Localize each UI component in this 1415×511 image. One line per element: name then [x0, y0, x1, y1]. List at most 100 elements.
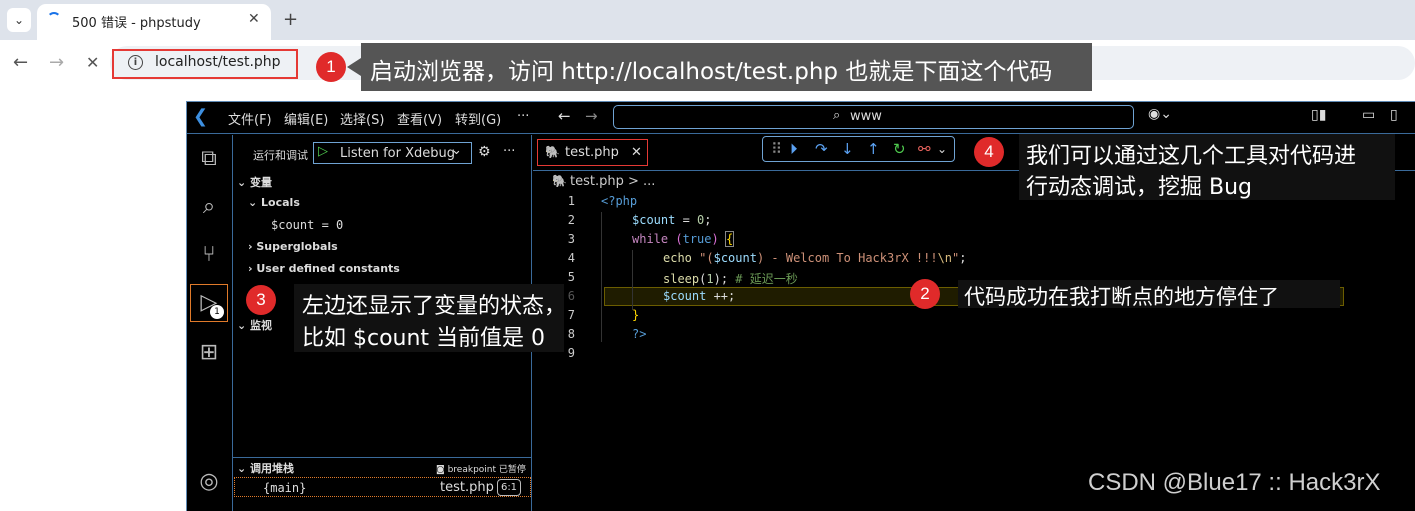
- menu-selection[interactable]: 选择(S): [340, 109, 384, 128]
- tab-close-icon[interactable]: ✕: [248, 11, 260, 27]
- callout-4-line1: 我们可以通过这几个工具对代码进: [1026, 144, 1357, 169]
- callout-3-line2: 比如 $count 当前值是 0: [302, 326, 546, 351]
- indent-guide: [632, 250, 633, 310]
- layout-icon[interactable]: ▯▮: [1311, 107, 1326, 123]
- search-icon[interactable]: ⌕: [195, 192, 223, 220]
- callout-1-arrow: [347, 58, 361, 76]
- callout-2-text: 代码成功在我打断点的地方停住了: [964, 285, 1279, 309]
- nav-forward-icon[interactable]: →: [585, 107, 598, 125]
- breadcrumb-php-icon: 🐘: [552, 174, 567, 188]
- code-line-7: }: [632, 308, 640, 322]
- stop-icon[interactable]: ✕: [86, 53, 99, 72]
- sidebar-right-icon[interactable]: ▯: [1390, 107, 1398, 123]
- extensions-icon[interactable]: ⊞: [195, 338, 223, 366]
- locals-item[interactable]: ⌄ Locals: [248, 196, 300, 209]
- callstack-divider: [233, 457, 532, 458]
- breakpoint-status: ◙ breakpoint 已暂停: [436, 462, 526, 475]
- watch-label: 监视: [250, 319, 273, 332]
- restart-icon[interactable]: ↻: [893, 140, 906, 158]
- code-line-6: $count ++;: [663, 289, 736, 303]
- line-number: 2: [567, 213, 575, 227]
- line-number: 5: [567, 270, 575, 284]
- url-text[interactable]: localhost/test.php: [155, 54, 281, 70]
- more-actions-icon[interactable]: ···: [503, 144, 515, 159]
- debug-count-badge: 1: [210, 305, 224, 319]
- frame-name: {main}: [263, 481, 307, 495]
- account-icon[interactable]: ◎: [195, 467, 223, 495]
- code-line-1: <?php: [601, 194, 638, 208]
- site-info-icon[interactable]: i: [128, 55, 143, 70]
- breadcrumb[interactable]: test.php > ...: [570, 174, 655, 189]
- debug-config-value: Listen for Xdebug: [340, 146, 456, 161]
- code-line-8: ?>: [632, 327, 647, 341]
- menu-edit[interactable]: 编辑(E): [284, 109, 328, 128]
- chevron-down-icon: ⌄: [237, 176, 251, 189]
- callout-4-line2: 行动态调试，挖掘 Bug: [1026, 175, 1252, 200]
- tab-title: 500 错误 - phpstudy: [72, 16, 201, 31]
- chevron-down-icon: ⌄: [237, 319, 251, 332]
- php-file-icon: 🐘: [545, 145, 560, 159]
- step-into-icon[interactable]: ↓: [841, 140, 854, 158]
- superglobals-label: Superglobals: [256, 240, 338, 253]
- menu-go[interactable]: 转到(G): [455, 109, 501, 128]
- explorer-icon[interactable]: ⧉: [195, 144, 223, 172]
- callstack-header[interactable]: ⌄ 调用堆栈: [237, 460, 294, 476]
- line-number: 4: [567, 251, 575, 265]
- menu-view[interactable]: 查看(V): [397, 109, 442, 128]
- user-constants-item[interactable]: › User defined constants: [248, 262, 400, 275]
- code-line-4: echo "($count) - Welcom To Hack3rX !!!\n…: [663, 251, 967, 265]
- code-line-3: while (true) {: [632, 231, 735, 247]
- watermark: CSDN @Blue17 :: Hack3rX: [1088, 469, 1381, 496]
- menu-more[interactable]: ···: [517, 109, 529, 124]
- tab-label: test.php: [565, 145, 619, 160]
- search-text: www: [850, 109, 882, 124]
- chevron-down-icon[interactable]: ⌄: [937, 142, 947, 156]
- panel-icon[interactable]: ▭: [1362, 107, 1375, 123]
- superglobals-item[interactable]: › Superglobals: [248, 240, 338, 253]
- variables-header[interactable]: ⌄ 变量: [237, 174, 272, 190]
- search-icon: ⌕: [833, 108, 841, 123]
- vscode-logo-icon: ❮: [193, 106, 209, 127]
- indent-guide: [601, 212, 602, 342]
- callout-2-badge: 2: [910, 279, 940, 309]
- chevron-down-icon: ⌄: [237, 462, 251, 475]
- tab-search-dropdown-icon[interactable]: ⌄: [7, 8, 31, 32]
- variable-count[interactable]: $count = 0: [271, 218, 343, 232]
- callout-3-line1: 左边还显示了变量的状态，: [302, 294, 567, 319]
- gear-icon[interactable]: ⚙: [478, 144, 491, 160]
- drag-handle-icon[interactable]: ⠿: [771, 140, 782, 158]
- frame-position: 6:1: [497, 479, 521, 496]
- watch-header[interactable]: ⌄ 监视: [237, 317, 272, 333]
- variables-label: 变量: [250, 176, 273, 189]
- code-line-5: sleep(1); # 延迟一秒: [663, 272, 798, 286]
- source-control-icon[interactable]: ⑂: [195, 240, 223, 268]
- run-debug-label: 运行和调试: [253, 149, 308, 162]
- new-tab-icon[interactable]: +: [283, 9, 298, 30]
- menu-file[interactable]: 文件(F): [228, 109, 272, 128]
- step-out-icon[interactable]: ↑: [867, 140, 880, 158]
- callout-4-badge: 4: [974, 137, 1004, 167]
- step-over-icon[interactable]: ↷: [815, 140, 828, 158]
- nav-back-icon[interactable]: ←: [558, 107, 571, 125]
- frame-file: test.php: [440, 480, 494, 495]
- copilot-icon[interactable]: ◉⌄: [1148, 106, 1172, 122]
- callstack-label: 调用堆栈: [250, 462, 295, 475]
- chevron-down-icon: ⌄: [248, 196, 262, 209]
- callout-1-badge: 1: [316, 52, 346, 82]
- locals-label: Locals: [261, 196, 300, 209]
- line-number: 3: [567, 232, 575, 246]
- pause-icon: ◙: [436, 465, 448, 475]
- tab-close-icon[interactable]: ✕: [631, 145, 642, 160]
- callout-3-badge: 3: [246, 285, 276, 315]
- forward-icon[interactable]: →: [49, 52, 64, 73]
- callout-1-text: 启动浏览器，访问 http://localhost/test.php 也就是下面…: [370, 59, 1053, 85]
- code-line-2: $count = 0;: [632, 213, 712, 227]
- disconnect-icon[interactable]: ⚯: [918, 140, 931, 158]
- breakpoint-status-text: breakpoint 已暂停: [447, 465, 526, 475]
- continue-icon[interactable]: ⏵: [790, 140, 798, 158]
- back-icon[interactable]: ←: [13, 52, 28, 73]
- start-debug-icon[interactable]: ▷: [318, 144, 328, 159]
- user-constants-label: User defined constants: [256, 262, 400, 275]
- chevron-down-icon: ⌄: [451, 143, 462, 158]
- loading-spinner-icon: [47, 12, 61, 26]
